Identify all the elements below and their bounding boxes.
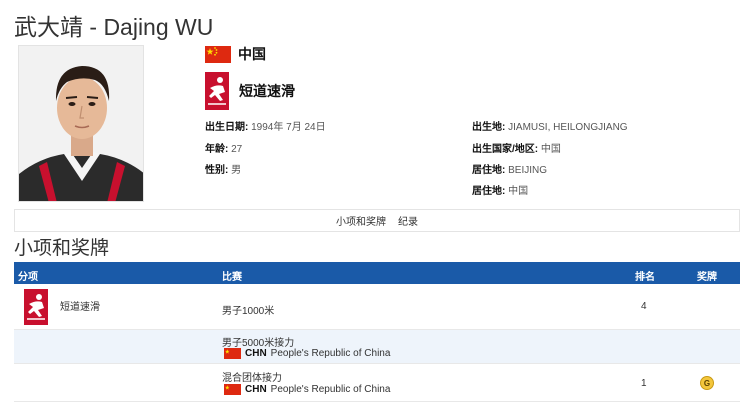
noc-code: CHN — [245, 384, 267, 395]
table-row[interactable]: 短道速滑 男子1000米 4 — [14, 284, 740, 330]
birth-date-label: 出生日期: — [205, 122, 249, 133]
gender-label: 性别: — [205, 165, 229, 176]
birthplace-field: 出生地: JIAMUSI, HEILONGJIANG — [472, 118, 628, 133]
event-name[interactable]: 混合团体接力 — [222, 369, 282, 384]
sport-name[interactable]: 短道速滑 — [239, 81, 295, 101]
team-noc: CHN People's Republic of China — [224, 348, 390, 359]
page-title: 武大靖 - Dajing WU — [14, 14, 214, 40]
header-discipline: 分项 — [18, 272, 38, 283]
birth-date-field: 出生日期: 1994年 7月 24日 — [205, 118, 326, 133]
age-field: 年龄: 27 — [205, 140, 242, 155]
tab-records[interactable]: 纪录 — [398, 213, 418, 228]
residence-city-label: 居住地: — [472, 165, 506, 176]
sport-row: 短道速滑 — [205, 72, 295, 110]
header-rank: 排名 — [635, 272, 655, 283]
birthplace-label: 出生地: — [472, 122, 506, 133]
tab-events-medals[interactable]: 小项和奖牌 — [336, 213, 386, 228]
short-track-speed-skating-icon — [205, 72, 229, 110]
birth-country-field: 出生国家/地区: 中国 — [472, 140, 561, 155]
china-flag-icon — [224, 384, 241, 395]
event-name[interactable]: 男子5000米接力 — [222, 334, 294, 349]
noc-name: People's Republic of China — [270, 384, 391, 395]
header-medal: 奖牌 — [697, 272, 717, 283]
discipline-name[interactable]: 短道速滑 — [60, 298, 100, 313]
residence-country-field: 居住地: 中国 — [472, 182, 528, 197]
country-row: 中国 — [205, 45, 266, 63]
china-flag-icon — [205, 45, 231, 63]
header-event: 比赛 — [222, 272, 242, 283]
age-label: 年龄: — [205, 144, 229, 155]
rank-value: 4 — [641, 301, 647, 312]
birthplace-value: JIAMUSI, HEILONGJIANG — [505, 122, 628, 133]
residence-city-field: 居住地: BEIJING — [472, 161, 547, 176]
birth-date-value: 1994年 7月 24日 — [248, 122, 326, 133]
tabs-bar: 小项和奖牌 纪录 — [14, 209, 740, 232]
country-name[interactable]: 中国 — [238, 44, 266, 64]
table-row[interactable]: 混合团体接力 CHN People's Republic of China 1 … — [14, 364, 740, 402]
short-track-speed-skating-icon — [24, 289, 48, 325]
gender-value: 男 — [228, 165, 242, 176]
event-name[interactable]: 男子1000米 — [222, 302, 274, 317]
rank-value: 1 — [641, 378, 647, 389]
athlete-photo — [18, 45, 144, 202]
table-header: 分项 比赛 排名 奖牌 — [14, 262, 740, 284]
age-value: 27 — [228, 144, 243, 155]
birth-country-value: 中国 — [538, 144, 561, 155]
gold-medal-icon: G — [700, 376, 714, 390]
gender-field: 性别: 男 — [205, 161, 241, 176]
residence-country-label: 居住地: — [472, 186, 506, 197]
noc-name: People's Republic of China — [270, 348, 391, 359]
birth-country-label: 出生国家/地区: — [472, 144, 539, 155]
team-noc: CHN People's Republic of China — [224, 384, 390, 395]
medal-badge: G — [700, 376, 714, 390]
table-row[interactable]: 男子5000米接力 CHN People's Republic of China — [14, 330, 740, 364]
noc-code: CHN — [245, 348, 267, 359]
residence-country-value: 中国 — [505, 186, 529, 197]
events-table: 分项 比赛 排名 奖牌 短道速滑 男子1000米 4 男子5000米接力 CHN… — [14, 262, 740, 402]
residence-city-value: BEIJING — [505, 165, 548, 176]
section-title: 小项和奖牌 — [14, 238, 110, 259]
china-flag-icon — [224, 348, 241, 359]
